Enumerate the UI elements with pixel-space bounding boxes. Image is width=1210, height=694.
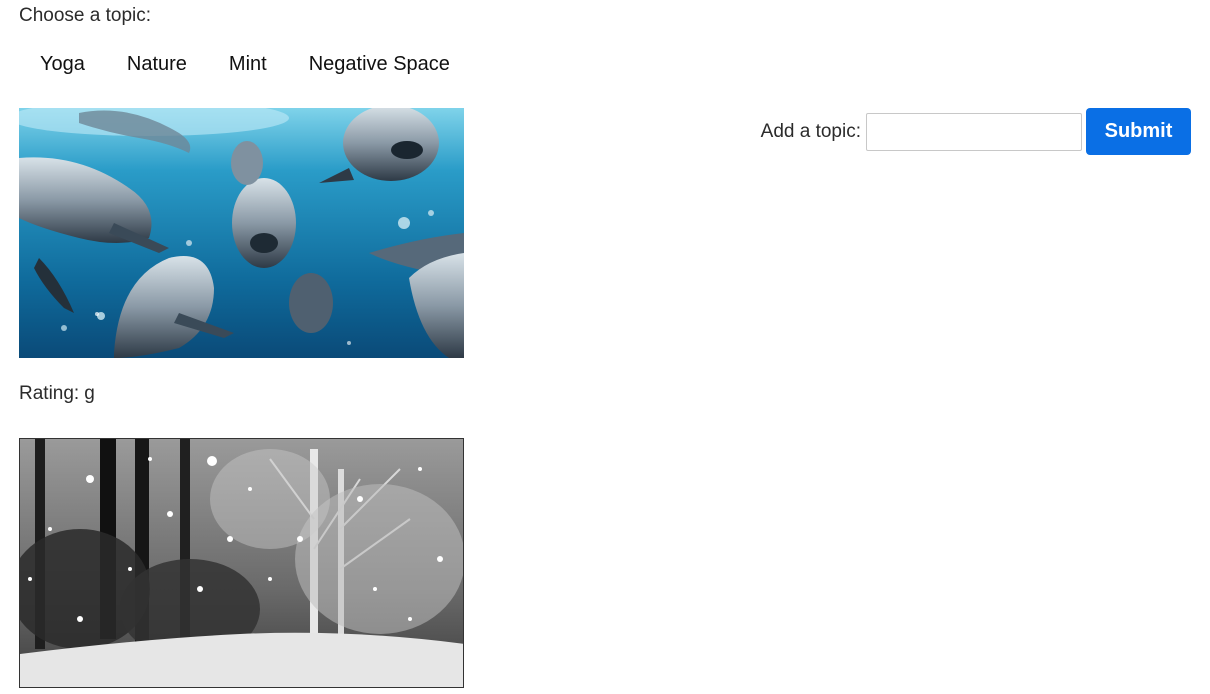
add-topic-label: Add a topic:	[760, 120, 861, 142]
add-topic-input[interactable]	[866, 112, 1082, 151]
choose-topic-label: Choose a topic:	[19, 5, 152, 26]
topic-button-group: Yoga Nature Mint Negative Space	[19, 48, 471, 80]
dolphins-image	[19, 108, 464, 358]
rating-label: Rating:	[19, 383, 80, 404]
giphy-topic-page: Choose a topic: Yoga Nature Mint Negativ…	[0, 0, 1210, 694]
submit-button[interactable]: Submit	[1086, 108, 1191, 155]
gif-snowy-forest[interactable]	[19, 438, 464, 688]
snowy-forest-image	[20, 439, 463, 687]
add-topic-form: Add a topic: Submit	[761, 108, 1191, 155]
topic-button-nature[interactable]: Nature	[106, 48, 208, 80]
gif-dolphins[interactable]	[19, 108, 464, 358]
rating-value: g	[84, 383, 95, 404]
topic-button-mint[interactable]: Mint	[208, 48, 288, 80]
topic-button-yoga[interactable]: Yoga	[19, 48, 106, 80]
topic-button-negative-space[interactable]: Negative Space	[288, 48, 471, 80]
gif-rating: Rating: g	[19, 383, 95, 405]
